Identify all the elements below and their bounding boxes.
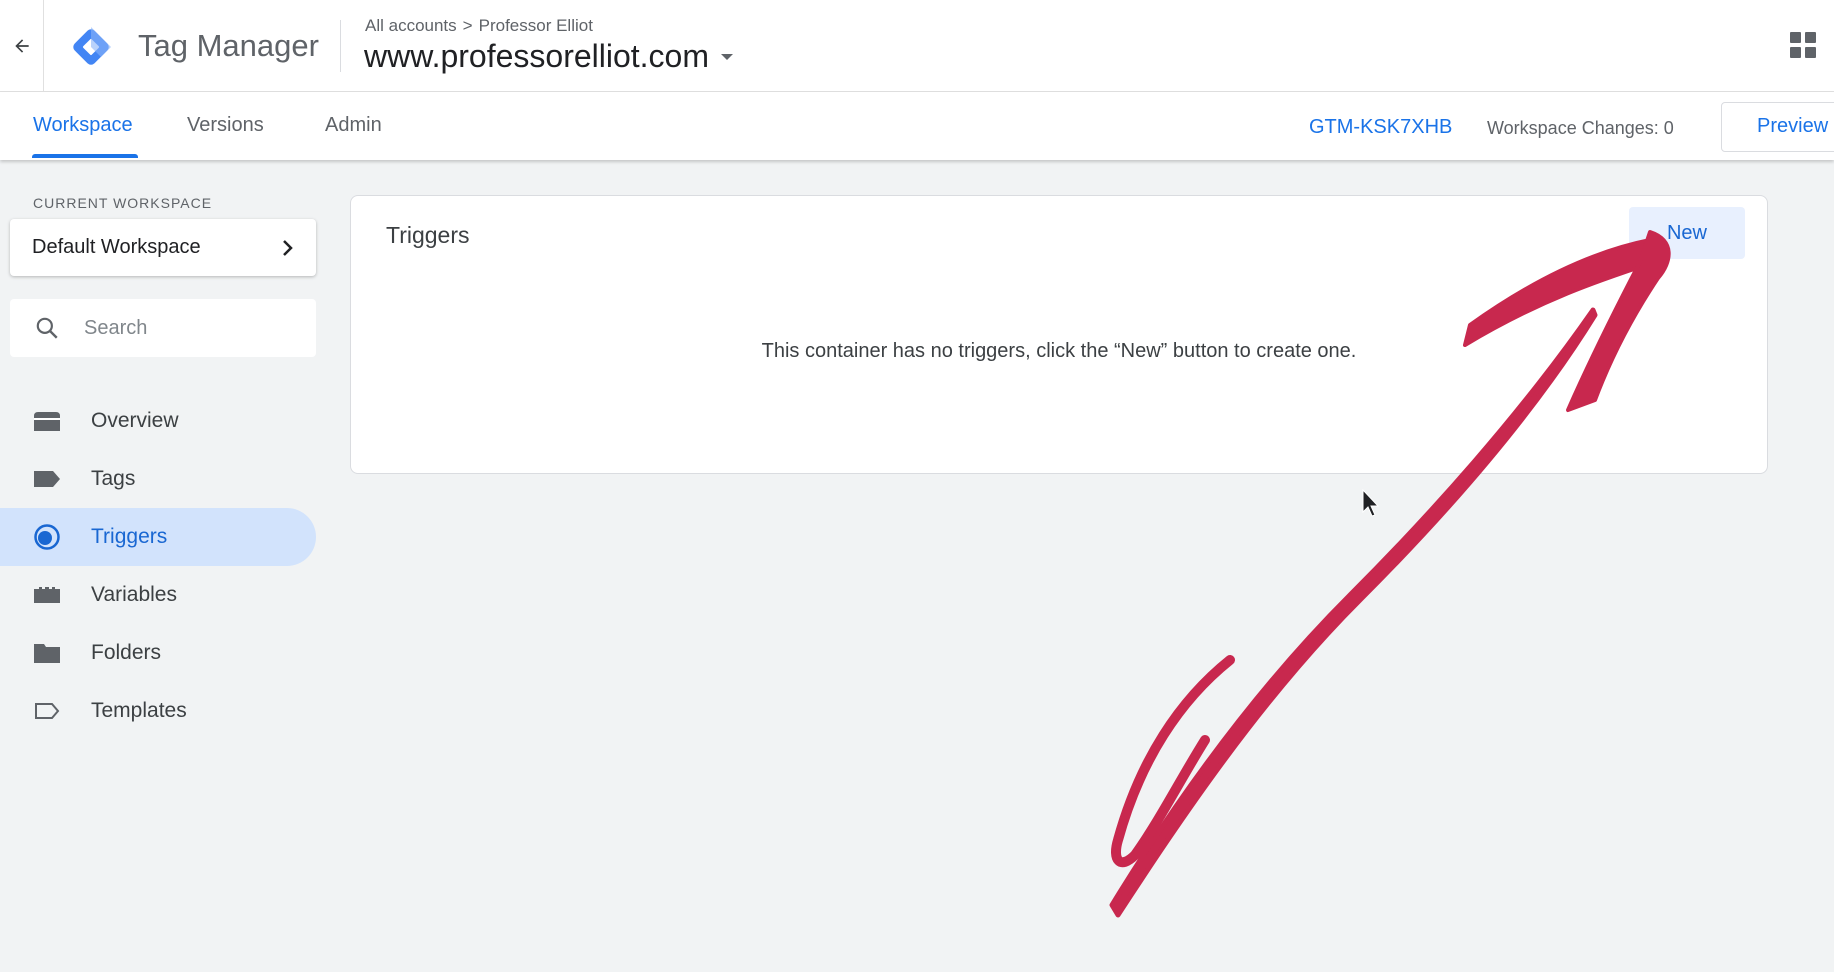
sidebar-item-overview[interactable]: Overview <box>0 392 316 450</box>
sidebar-item-triggers[interactable]: Triggers <box>0 508 316 566</box>
workspace-name: Default Workspace <box>32 236 201 258</box>
tab-versions[interactable]: Versions <box>187 114 264 137</box>
tab-workspace[interactable]: Workspace <box>33 114 133 137</box>
tag-manager-logo <box>73 27 111 65</box>
app-title: Tag Manager <box>138 28 319 63</box>
breadcrumb-account[interactable]: Professor Elliot <box>479 16 593 36</box>
breadcrumb: All accounts > Professor Elliot <box>365 16 593 36</box>
workspace-changes-count: Workspace Changes: 0 <box>1487 118 1674 138</box>
arrow-back-icon <box>14 39 29 53</box>
search-box[interactable] <box>10 299 316 357</box>
sidebar-item-label: Variables <box>91 583 177 606</box>
triggers-card: Triggers New This container has no trigg… <box>350 195 1768 474</box>
dropdown-arrow-icon <box>721 53 733 60</box>
workspace-selector[interactable]: Default Workspace <box>10 219 316 276</box>
back-button[interactable] <box>0 0 44 92</box>
sidebar-item-label: Templates <box>91 699 187 722</box>
top-bar: Tag Manager All accounts > Professor Ell… <box>0 0 1834 92</box>
active-tab-indicator <box>32 154 138 158</box>
tab-admin[interactable]: Admin <box>325 114 382 137</box>
sidebar-item-templates[interactable]: Templates <box>0 682 316 740</box>
card-title: Triggers <box>386 222 470 248</box>
container-name: www.professorelliot.com <box>364 38 709 74</box>
tab-bar: Workspace Versions Admin GTM-KSK7XHB Wor… <box>0 92 1834 160</box>
sidebar-item-variables[interactable]: Variables <box>0 566 316 624</box>
tag-icon <box>33 465 61 493</box>
search-icon <box>36 317 58 339</box>
sidebar-item-label: Triggers <box>91 525 168 548</box>
sidebar-item-label: Overview <box>91 409 179 432</box>
sidebar-item-label: Tags <box>91 467 136 490</box>
empty-state-message: This container has no triggers, click th… <box>761 340 1357 362</box>
apps-grid-icon[interactable] <box>1790 32 1816 58</box>
folder-icon <box>33 639 61 667</box>
header-divider <box>340 20 341 72</box>
template-icon <box>33 697 61 725</box>
preview-button[interactable]: Preview <box>1721 102 1834 152</box>
sidebar-item-folders[interactable]: Folders <box>0 624 316 682</box>
container-id-link[interactable]: GTM-KSK7XHB <box>1309 116 1452 139</box>
current-workspace-label: CURRENT WORKSPACE <box>33 195 213 211</box>
variables-icon <box>33 581 61 609</box>
chevron-right-icon: > <box>462 16 473 35</box>
sidebar-item-label: Folders <box>91 641 162 664</box>
mouse-cursor <box>1362 488 1380 517</box>
chevron-right-icon <box>283 239 293 256</box>
container-selector[interactable]: www.professorelliot.com <box>364 38 735 75</box>
sidebar-item-tags[interactable]: Tags <box>0 450 316 508</box>
overview-icon <box>33 407 61 435</box>
search-input[interactable] <box>84 316 304 340</box>
new-trigger-button[interactable]: New <box>1629 207 1745 259</box>
trigger-icon <box>33 523 61 551</box>
breadcrumb-all-accounts[interactable]: All accounts <box>365 16 457 36</box>
